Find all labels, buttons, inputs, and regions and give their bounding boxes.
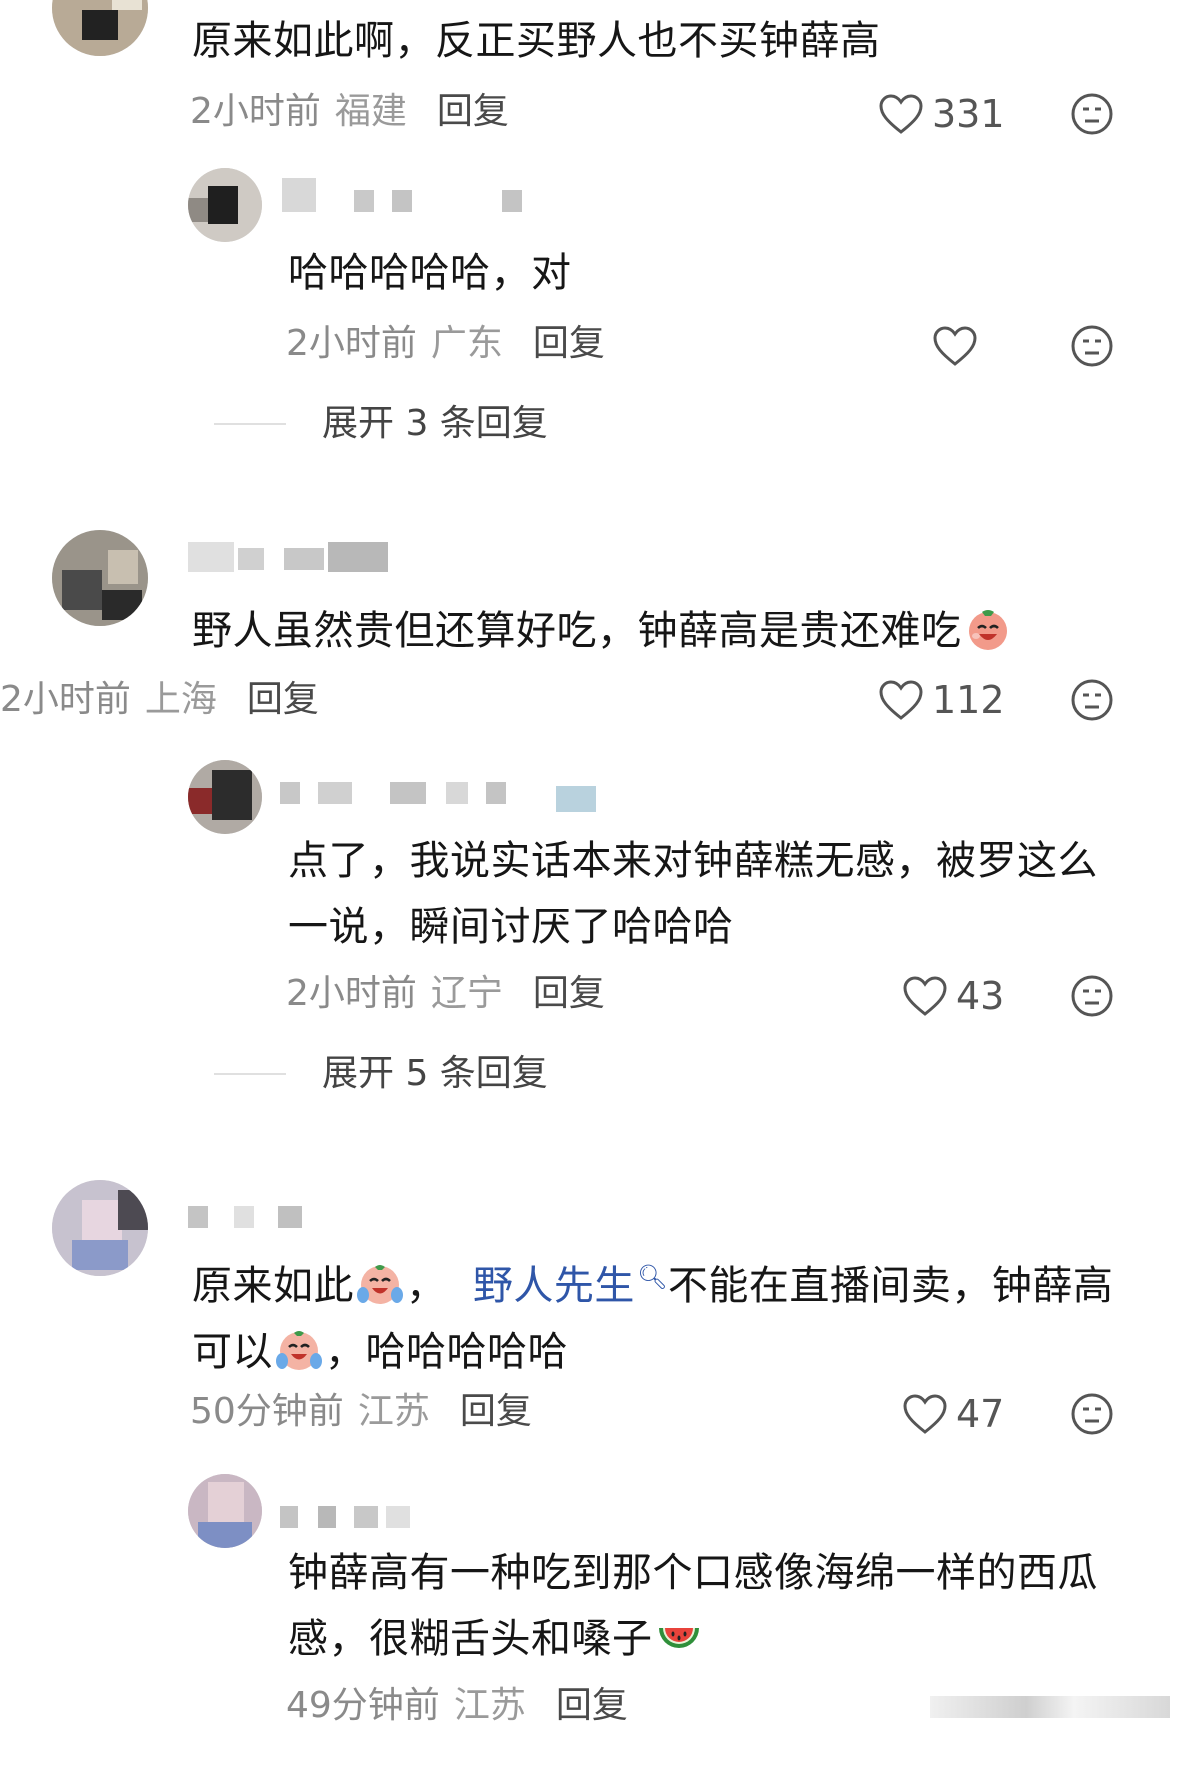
crying-laugh-emoji <box>276 1331 322 1370</box>
tomato-laugh-emoji <box>968 610 1007 650</box>
like-count: 331 <box>932 92 1005 136</box>
divider <box>214 423 286 425</box>
comment-meta: 2小时前 福建 回复 <box>190 88 509 136</box>
reply-text-line: 感，很糊舌头和嗓子 <box>288 1616 653 1662</box>
like-button[interactable]: 112 <box>878 676 1005 724</box>
reply-button[interactable]: 回复 <box>556 1685 628 1726</box>
comment-text-content: 可以 <box>192 1329 273 1375</box>
dislike-face-icon[interactable] <box>1070 92 1114 136</box>
reply-location: 辽宁 <box>430 973 503 1014</box>
reply-avatar[interactable] <box>188 168 262 242</box>
comment-time: 2小时前 <box>190 91 321 132</box>
avatar[interactable] <box>52 0 148 56</box>
expand-replies-label: 展开 3 条回复 <box>322 403 548 444</box>
reply-button[interactable]: 回复 <box>533 973 605 1014</box>
reply-text-line: 一说，瞬间讨厌了哈哈哈 <box>288 904 734 950</box>
comment-text: 野人虽然贵但还算好吃，钟薛高是贵还难吃 <box>192 598 1152 664</box>
comment-time: 50分钟前 <box>190 1391 344 1432</box>
comment-text: 原来如此啊，反正买野人也不买钟薛高 <box>192 18 881 64</box>
comment-text-content: ，哈哈哈哈哈 <box>325 1329 568 1375</box>
reply-text: 哈哈哈哈哈，对 <box>288 250 572 296</box>
reply-username-blurred <box>280 1506 420 1528</box>
comment-location: 江苏 <box>357 1391 430 1432</box>
comment-meta: 2小时前 上海 回复 <box>0 676 319 724</box>
comment-text-content: 原来如此 <box>192 1263 354 1309</box>
mention-link[interactable]: 野人先生 <box>473 1263 635 1309</box>
dislike-face-icon[interactable] <box>1070 324 1114 368</box>
reply-avatar[interactable] <box>188 1474 262 1548</box>
crying-laugh-emoji <box>357 1265 403 1304</box>
comment-time: 2小时前 <box>0 679 131 720</box>
search-icon[interactable]: 🔍︎ <box>637 1263 668 1291</box>
reply-text-line: 钟薛高有一种吃到那个口感像海绵一样的西瓜 <box>288 1550 1098 1596</box>
like-button[interactable]: 47 <box>902 1390 1004 1438</box>
reply-button[interactable]: 回复 <box>437 91 509 132</box>
comment-text-content: 野人虽然贵但还算好吃，钟薛高是贵还难吃 <box>192 608 962 654</box>
comment-text: 原来如此 ， 野人先生🔍︎不能在直播间卖，钟薛高 可以 ，哈哈哈哈哈 <box>192 1244 1152 1385</box>
watermelon-emoji <box>658 1628 699 1648</box>
reply-username-blurred <box>282 178 532 212</box>
comment-location: 福建 <box>334 91 407 132</box>
heart-icon <box>903 1394 947 1434</box>
like-button[interactable]: 43 <box>902 972 1004 1020</box>
reply-text: 钟薛高有一种吃到那个口感像海绵一样的西瓜 感，很糊舌头和嗓子 <box>288 1540 1148 1672</box>
reply-avatar[interactable] <box>188 760 262 834</box>
comment-list: 原来如此啊，反正买野人也不买钟薛高 2小时前 福建 回复 331 哈哈哈哈哈，对 2… <box>0 0 1179 1771</box>
comment-meta: 50分钟前 江苏 回复 <box>190 1388 532 1436</box>
reply-button[interactable]: 回复 <box>247 679 319 720</box>
reply-location: 广东 <box>430 323 503 364</box>
heart-icon <box>933 326 977 366</box>
expand-replies-button[interactable]: 展开 5 条回复 <box>214 1050 548 1098</box>
reply-meta: 2小时前 辽宁 回复 <box>286 970 605 1018</box>
dislike-face-icon[interactable] <box>1070 678 1114 722</box>
comment-text-content: ， <box>406 1263 447 1309</box>
heart-icon <box>879 94 923 134</box>
expand-replies-label: 展开 5 条回复 <box>322 1053 548 1094</box>
dislike-face-icon[interactable] <box>1070 1392 1114 1436</box>
expand-replies-button[interactable]: 展开 3 条回复 <box>214 400 548 448</box>
avatar[interactable] <box>52 1180 148 1276</box>
username-blurred <box>188 542 398 572</box>
divider <box>214 1073 286 1075</box>
reply-meta: 2小时前 广东 回复 <box>286 320 605 368</box>
like-button[interactable] <box>932 322 978 370</box>
like-count: 112 <box>932 678 1005 722</box>
dislike-face-icon[interactable] <box>1070 974 1114 1018</box>
like-button[interactable]: 331 <box>878 90 1005 138</box>
reply-meta: 49分钟前 江苏 回复 <box>286 1682 628 1730</box>
username-blurred <box>188 1206 328 1228</box>
reply-button[interactable]: 回复 <box>460 1391 532 1432</box>
like-count: 47 <box>956 1392 1005 1436</box>
comment-text-content: 不能在直播间卖，钟薛高 <box>667 1263 1114 1309</box>
heart-icon <box>903 976 947 1016</box>
reply-username-blurred <box>280 782 610 812</box>
reply-time: 2小时前 <box>286 973 417 1014</box>
reply-button[interactable]: 回复 <box>533 323 605 364</box>
like-count: 43 <box>956 974 1005 1018</box>
reply-time: 2小时前 <box>286 323 417 364</box>
watermark-blurred <box>930 1696 1170 1718</box>
reply-location: 江苏 <box>453 1685 526 1726</box>
reply-time: 49分钟前 <box>286 1685 440 1726</box>
avatar[interactable] <box>52 530 148 626</box>
reply-text: 点了，我说实话本来对钟薛糕无感，被罗这么 一说，瞬间讨厌了哈哈哈 <box>288 828 1148 960</box>
reply-text-line: 点了，我说实话本来对钟薛糕无感，被罗这么 <box>288 838 1098 884</box>
comment-location: 上海 <box>144 679 217 720</box>
heart-icon <box>879 680 923 720</box>
